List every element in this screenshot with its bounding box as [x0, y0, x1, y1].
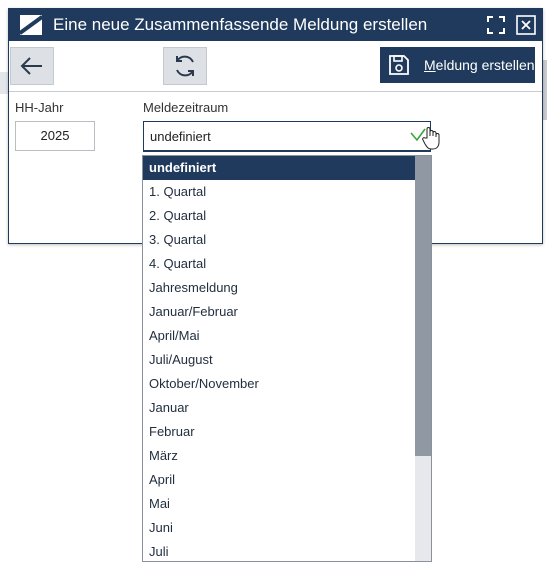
- dropdown-option[interactable]: Mai: [143, 492, 415, 516]
- dropdown-option[interactable]: Jahresmeldung: [143, 276, 415, 300]
- dialog-title: Eine neue Zusammenfassende Meldung erste…: [53, 15, 428, 34]
- dropdown-option[interactable]: 4. Quartal: [143, 252, 415, 276]
- dialog-titlebar: Eine neue Zusammenfassende Meldung erste…: [9, 9, 542, 41]
- refresh-button[interactable]: [163, 47, 207, 85]
- year-input[interactable]: 2025: [15, 121, 95, 151]
- period-dropdown-list: Juli Juni Mai April März Februar Januar Oktober…: [142, 155, 432, 562]
- period-select-value: undefiniert: [150, 129, 211, 144]
- dropdown-option[interactable]: April: [143, 468, 415, 492]
- dropdown-option[interactable]: undefiniert: [143, 156, 415, 180]
- dropdown-scrollbar-thumb[interactable]: [415, 156, 431, 456]
- create-report-button[interactable]: Meldung erstellen: [380, 47, 535, 83]
- arrow-left-icon: [20, 57, 42, 75]
- year-label: HH-Jahr: [15, 100, 64, 115]
- dropdown-option[interactable]: April/Mai: [143, 324, 415, 348]
- dropdown-option[interactable]: Juli/August: [143, 348, 415, 372]
- refresh-icon: [176, 55, 194, 77]
- save-icon: [389, 55, 409, 75]
- maximize-button[interactable]: [486, 15, 506, 35]
- dropdown-option[interactable]: Februar: [143, 420, 415, 444]
- dropdown-option[interactable]: Juni: [143, 516, 415, 540]
- dialog-toolbar: Meldung erstellen: [9, 41, 542, 92]
- maximize-icon: [487, 16, 505, 34]
- dropdown-option[interactable]: Oktober/November: [143, 372, 415, 396]
- create-report-label: Meldung erstellen: [424, 57, 535, 73]
- dropdown-option[interactable]: Januar: [143, 396, 415, 420]
- app-logo-icon: [20, 15, 42, 35]
- dropdown-option[interactable]: März: [143, 444, 415, 468]
- period-label: Meldezeitraum: [143, 100, 229, 115]
- back-button[interactable]: [10, 47, 54, 85]
- hand-cursor-icon: [422, 127, 440, 150]
- dropdown-option[interactable]: 1. Quartal: [143, 180, 415, 204]
- dropdown-option[interactable]: Juli: [143, 540, 415, 561]
- close-button[interactable]: [516, 15, 536, 35]
- dropdown-option[interactable]: 2. Quartal: [143, 204, 415, 228]
- dropdown-option[interactable]: 3. Quartal: [143, 228, 415, 252]
- dropdown-option[interactable]: Januar/Februar: [143, 300, 415, 324]
- close-icon: [516, 15, 536, 35]
- period-select[interactable]: undefiniert: [143, 121, 431, 152]
